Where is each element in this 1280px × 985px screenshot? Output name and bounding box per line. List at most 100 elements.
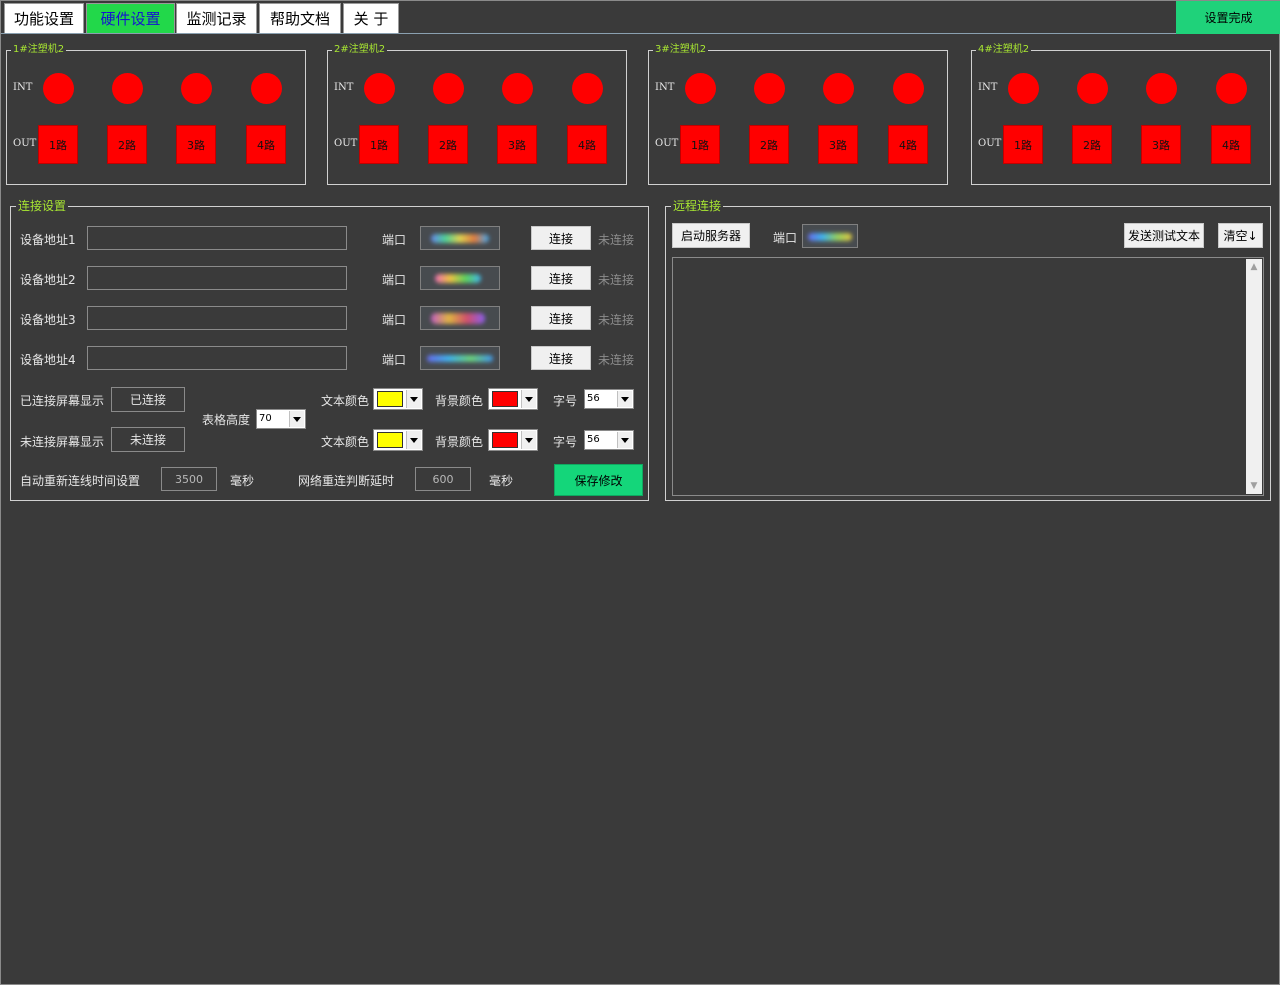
disconnected-font-size-select[interactable]: 56: [584, 430, 634, 450]
output-button-4[interactable]: 4路: [888, 125, 928, 164]
device-address-input-4[interactable]: [87, 346, 347, 370]
chevron-down-icon[interactable]: [617, 432, 632, 448]
machine-title: 1#注塑机2: [11, 43, 67, 57]
table-height-value: 70: [259, 413, 272, 424]
output-button-3[interactable]: 3路: [176, 125, 216, 164]
tab-function-settings[interactable]: 功能设置: [4, 3, 84, 33]
input-indicator-1: [43, 73, 74, 104]
port-input-3[interactable]: [420, 306, 500, 330]
tab-help-docs[interactable]: 帮助文档: [259, 3, 341, 33]
scroll-up-icon[interactable]: ▲: [1246, 259, 1262, 275]
connect-button-4[interactable]: 连接: [531, 346, 591, 370]
connection-status: 未连接: [598, 233, 635, 247]
disconnected-display-preview[interactable]: 未连接: [111, 427, 185, 452]
tab-about[interactable]: 关 于: [343, 3, 399, 33]
device-address-input-1[interactable]: [87, 226, 347, 250]
machine-panel-2: 2#注塑机2 INT OUT 1路 2路 3路 4路: [327, 43, 627, 185]
connect-button-3[interactable]: 连接: [531, 306, 591, 330]
auto-reconnect-input[interactable]: 3500: [161, 467, 217, 491]
font-size-label: 字号: [553, 394, 578, 408]
font-size-label: 字号: [553, 435, 578, 449]
connect-button-2[interactable]: 连接: [531, 266, 591, 290]
disconnected-display-label: 未连接屏幕显示: [20, 435, 105, 449]
port-label: 端口: [382, 233, 407, 247]
output-button-2[interactable]: 2路: [428, 125, 468, 164]
port-input-2[interactable]: [420, 266, 500, 290]
port-input-1[interactable]: [420, 226, 500, 250]
bg-color-label: 背景颜色: [435, 394, 484, 408]
output-button-1[interactable]: 1路: [38, 125, 78, 164]
chevron-down-icon[interactable]: [617, 391, 632, 407]
port-label: 端口: [382, 273, 407, 287]
send-test-text-button[interactable]: 发送测试文本: [1124, 223, 1204, 248]
machine-title: 4#注塑机2: [976, 43, 1032, 57]
connection-status: 未连接: [598, 313, 635, 327]
input-indicator-3: [502, 73, 533, 104]
save-changes-button[interactable]: 保存修改: [554, 464, 643, 496]
input-indicator-2: [433, 73, 464, 104]
output-button-1[interactable]: 1路: [680, 125, 720, 164]
out-label: OUT: [13, 138, 37, 149]
output-button-2[interactable]: 2路: [107, 125, 147, 164]
output-button-3[interactable]: 3路: [818, 125, 858, 164]
font-size-value: 56: [587, 434, 600, 445]
device-address-label: 设备地址4: [20, 353, 76, 367]
settings-done-button[interactable]: 设置完成: [1176, 1, 1280, 34]
tab-monitor-records[interactable]: 监测记录: [176, 3, 257, 33]
chevron-down-icon[interactable]: [289, 411, 304, 427]
disconnected-text-color-select[interactable]: [373, 429, 423, 451]
remote-connection-title: 远程连接: [671, 198, 724, 214]
text-color-label: 文本颜色: [321, 435, 370, 449]
connect-button-1[interactable]: 连接: [531, 226, 591, 250]
disconnected-bg-color-select[interactable]: [488, 429, 538, 451]
net-delay-input[interactable]: 600: [415, 467, 471, 491]
port-input-4[interactable]: [420, 346, 500, 370]
server-port-input[interactable]: [802, 224, 858, 248]
int-label: INT: [334, 82, 354, 93]
connected-text-color-select[interactable]: [373, 388, 423, 410]
port-label: 端口: [773, 231, 798, 245]
ms-unit-label: 毫秒: [489, 474, 514, 488]
vertical-scrollbar[interactable]: ▲ ▼: [1246, 259, 1262, 494]
bg-color-label: 背景颜色: [435, 435, 484, 449]
color-swatch: [377, 432, 403, 448]
input-indicator-4: [251, 73, 282, 104]
output-button-4[interactable]: 4路: [1211, 125, 1251, 164]
table-height-select[interactable]: 70: [256, 409, 306, 429]
clear-button[interactable]: 清空↓: [1218, 223, 1263, 248]
output-button-1[interactable]: 1路: [1003, 125, 1043, 164]
connection-status: 未连接: [598, 353, 635, 367]
chevron-down-icon[interactable]: [521, 431, 536, 449]
chevron-down-icon[interactable]: [406, 390, 421, 408]
chevron-down-icon[interactable]: [521, 390, 536, 408]
int-label: INT: [13, 82, 33, 93]
device-address-input-2[interactable]: [87, 266, 347, 290]
remote-log-textarea[interactable]: ▲ ▼: [672, 257, 1264, 496]
connected-font-size-select[interactable]: 56: [584, 389, 634, 409]
output-button-3[interactable]: 3路: [1141, 125, 1181, 164]
output-button-2[interactable]: 2路: [749, 125, 789, 164]
output-button-3[interactable]: 3路: [497, 125, 537, 164]
remote-connection-group: 远程连接 启动服务器 端口 发送测试文本 清空↓ ▲ ▼: [665, 198, 1271, 501]
machine-panel-1: 1#注塑机2 INT OUT 1路 2路 3路 4路: [6, 43, 306, 185]
output-button-4[interactable]: 4路: [246, 125, 286, 164]
color-swatch: [492, 432, 518, 448]
tab-hardware-settings[interactable]: 硬件设置: [86, 3, 175, 33]
start-server-button[interactable]: 启动服务器: [672, 223, 750, 248]
connection-status: 未连接: [598, 273, 635, 287]
input-indicator-4: [893, 73, 924, 104]
input-indicator-2: [1077, 73, 1108, 104]
output-button-1[interactable]: 1路: [359, 125, 399, 164]
out-label: OUT: [655, 138, 679, 149]
output-button-4[interactable]: 4路: [567, 125, 607, 164]
port-label: 端口: [382, 313, 407, 327]
table-height-label: 表格高度: [202, 413, 251, 427]
output-button-2[interactable]: 2路: [1072, 125, 1112, 164]
int-label: INT: [655, 82, 675, 93]
connected-bg-color-select[interactable]: [488, 388, 538, 410]
device-address-input-3[interactable]: [87, 306, 347, 330]
scroll-down-icon[interactable]: ▼: [1246, 478, 1262, 494]
connected-display-preview[interactable]: 已连接: [111, 387, 185, 412]
auto-reconnect-label: 自动重新连线时间设置: [20, 474, 141, 488]
chevron-down-icon[interactable]: [406, 431, 421, 449]
